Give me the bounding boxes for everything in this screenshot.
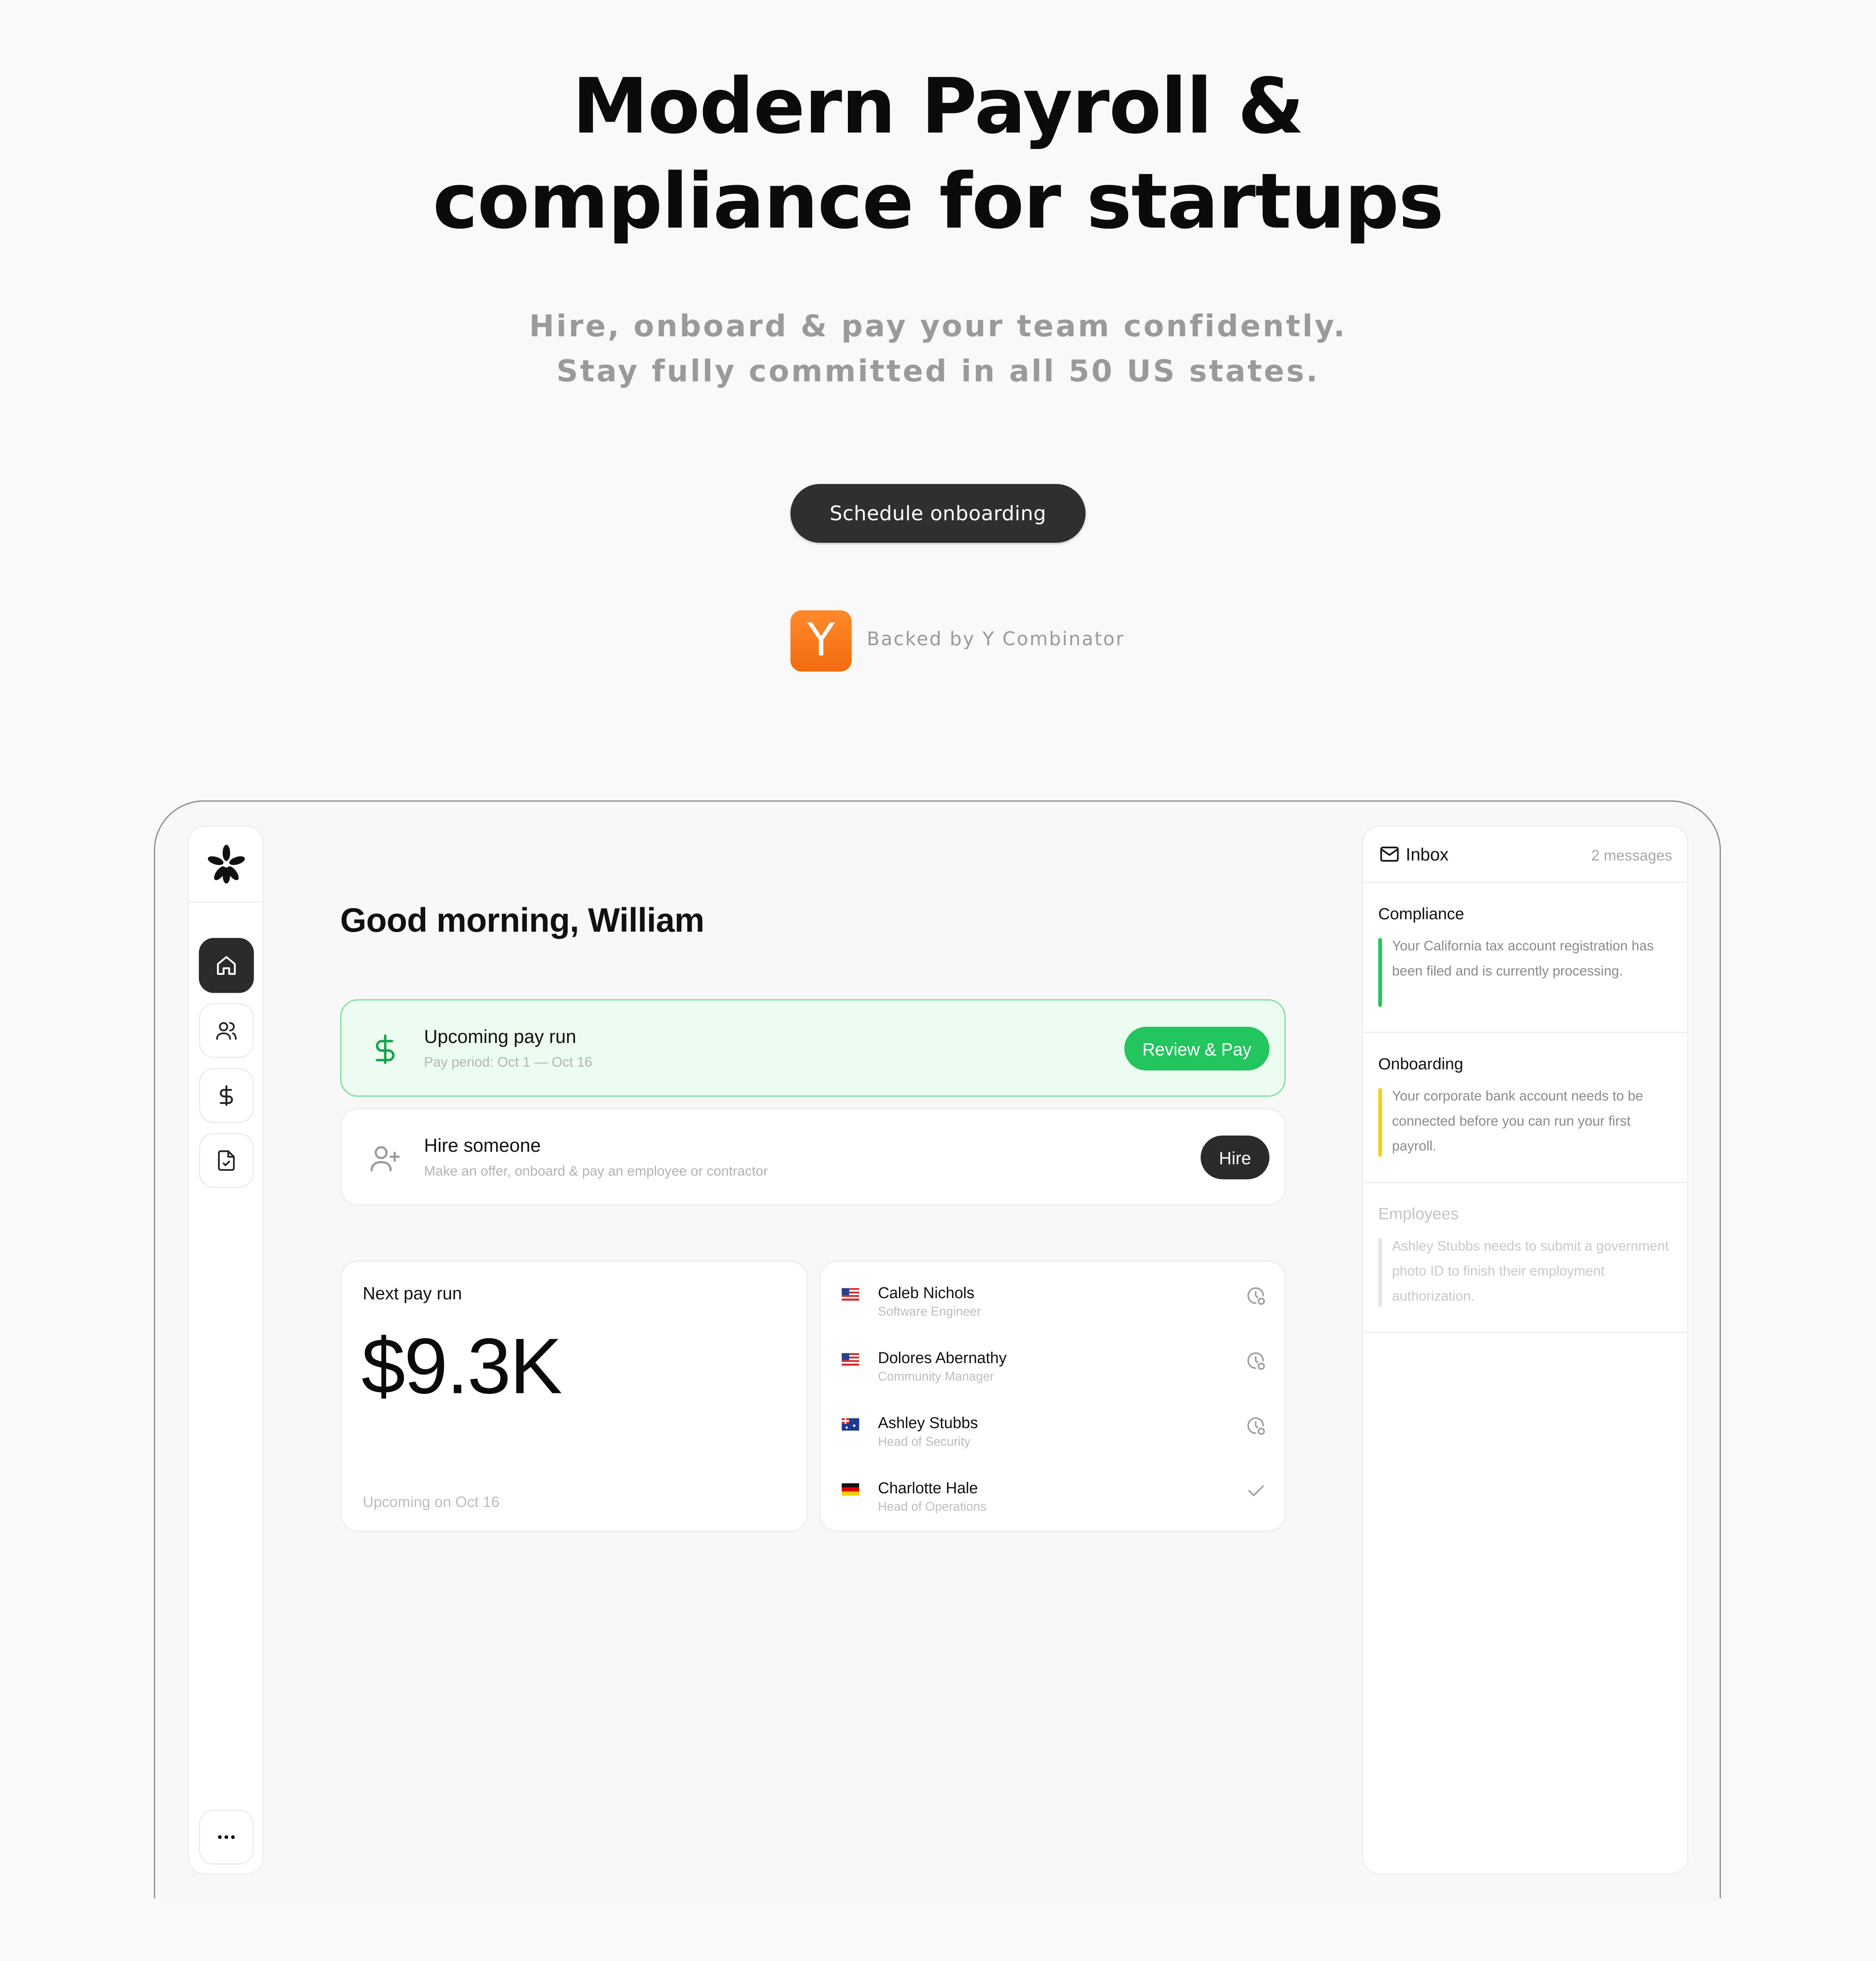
message-text: Your California tax account registration… [1392, 939, 1654, 979]
upcoming-pay-run-card: Upcoming pay run Pay period: Oct 1 — Oct… [340, 999, 1286, 1097]
list-item[interactable]: Ashley Stubbs Head of Security [820, 1397, 1286, 1462]
pay-run-title: Upcoming pay run [424, 1026, 576, 1048]
hire-someone-card: Hire someone Make an offer, onboard & pa… [340, 1108, 1286, 1206]
message-accent-bar [1378, 1088, 1382, 1157]
employee-role: Head of Security [878, 1435, 971, 1449]
next-pay-run-amount: $9.3K [361, 1323, 562, 1411]
document-check-icon [218, 1150, 235, 1171]
hire-title: Hire someone [424, 1135, 541, 1157]
employee-role: Software Engineer [878, 1305, 981, 1320]
sidebar-logo[interactable] [189, 827, 263, 903]
mail-icon [1380, 847, 1399, 862]
schedule-onboarding-button[interactable]: Schedule onboarding [790, 484, 1086, 543]
dollar-icon [376, 1034, 395, 1064]
inbox-title: Inbox [1406, 844, 1449, 864]
add-user-icon [370, 1146, 400, 1172]
sidebar-item-home[interactable] [198, 938, 254, 993]
review-and-pay-button[interactable]: Review & Pay [1124, 1026, 1270, 1071]
next-pay-run-card: Next pay run $9.3K Upcoming on Oct 16 [340, 1261, 808, 1532]
more-button[interactable] [198, 1809, 254, 1865]
employee-name: Caleb Nichols [878, 1284, 975, 1302]
backed-by-text: Backed by Y Combinator [867, 628, 1125, 651]
more-icon [218, 1835, 235, 1839]
inbox-message-onboarding[interactable]: Onboarding Your corporate bank account n… [1363, 1032, 1687, 1183]
clock-pending-icon [1247, 1352, 1265, 1370]
hero-subtitle: Hire, onboard & pay your team confidentl… [0, 304, 1876, 394]
y-combinator-logo: Y [790, 610, 852, 672]
asterisk-logo-icon [207, 845, 245, 884]
employee-role: Community Manager [878, 1371, 994, 1385]
hero-subtitle-line-2: Stay fully committed in all 50 US states… [556, 354, 1320, 389]
message-text: Ashley Stubbs needs to submit a governme… [1392, 1239, 1669, 1305]
us-flag-icon [842, 1353, 860, 1366]
inbox-count: 2 messages [1591, 847, 1673, 864]
inbox-header: Inbox 2 messages [1363, 827, 1687, 883]
employee-list: Caleb Nichols Software Engineer Dolores … [819, 1261, 1286, 1532]
people-icon [216, 1022, 237, 1040]
list-item[interactable]: Dolores Abernathy Community Manager [820, 1332, 1286, 1397]
check-icon [1248, 1485, 1264, 1496]
sidebar-item-payroll[interactable] [198, 1068, 254, 1123]
us-flag-icon [842, 1288, 860, 1301]
clock-pending-icon [1247, 1287, 1265, 1305]
message-text: Your corporate bank account needs to be … [1392, 1089, 1643, 1155]
sidebar-item-documents[interactable] [198, 1133, 254, 1188]
message-title: Compliance [1378, 904, 1465, 923]
employee-name: Ashley Stubbs [878, 1414, 978, 1432]
list-item[interactable]: Charlotte Hale Head of Operations [820, 1462, 1286, 1527]
hero-subtitle-line-1: Hire, onboard & pay your team confidentl… [529, 308, 1347, 344]
de-flag-icon [842, 1483, 860, 1496]
greeting-heading: Good morning, William [340, 901, 704, 940]
au-flag-icon [842, 1418, 860, 1431]
message-title: Employees [1378, 1204, 1459, 1223]
inbox-message-employees[interactable]: Employees Ashley Stubbs needs to submit … [1363, 1182, 1687, 1333]
next-pay-run-label: Next pay run [362, 1283, 462, 1303]
pay-run-period: Pay period: Oct 1 — Oct 16 [424, 1055, 593, 1071]
hero-title-line-1: Modern Payroll & [572, 62, 1304, 152]
message-accent-bar [1378, 1238, 1382, 1307]
inbox-panel: Inbox 2 messages Compliance Your Califor… [1362, 825, 1689, 1875]
home-icon [217, 956, 236, 975]
hire-button[interactable]: Hire [1200, 1135, 1270, 1180]
employee-name: Dolores Abernathy [878, 1349, 1007, 1367]
inbox-message-compliance[interactable]: Compliance Your California tax account r… [1363, 881, 1687, 1033]
sidebar-item-people[interactable] [198, 1003, 254, 1058]
hire-subtitle: Make an offer, onboard & pay an employee… [424, 1164, 768, 1180]
message-title: Onboarding [1378, 1054, 1463, 1073]
sidebar [187, 825, 264, 1875]
hero-title: Modern Payroll & compliance for startups [0, 60, 1876, 250]
list-item[interactable]: Caleb Nichols Software Engineer [820, 1267, 1286, 1332]
next-pay-run-date: Upcoming on Oct 16 [362, 1493, 500, 1511]
employee-role: Head of Operations [878, 1501, 987, 1515]
dollar-icon [220, 1085, 233, 1106]
hero-title-line-2: compliance for startups [433, 157, 1444, 247]
message-accent-bar [1378, 938, 1382, 1007]
employee-name: Charlotte Hale [878, 1479, 978, 1497]
clock-pending-icon [1247, 1417, 1265, 1435]
